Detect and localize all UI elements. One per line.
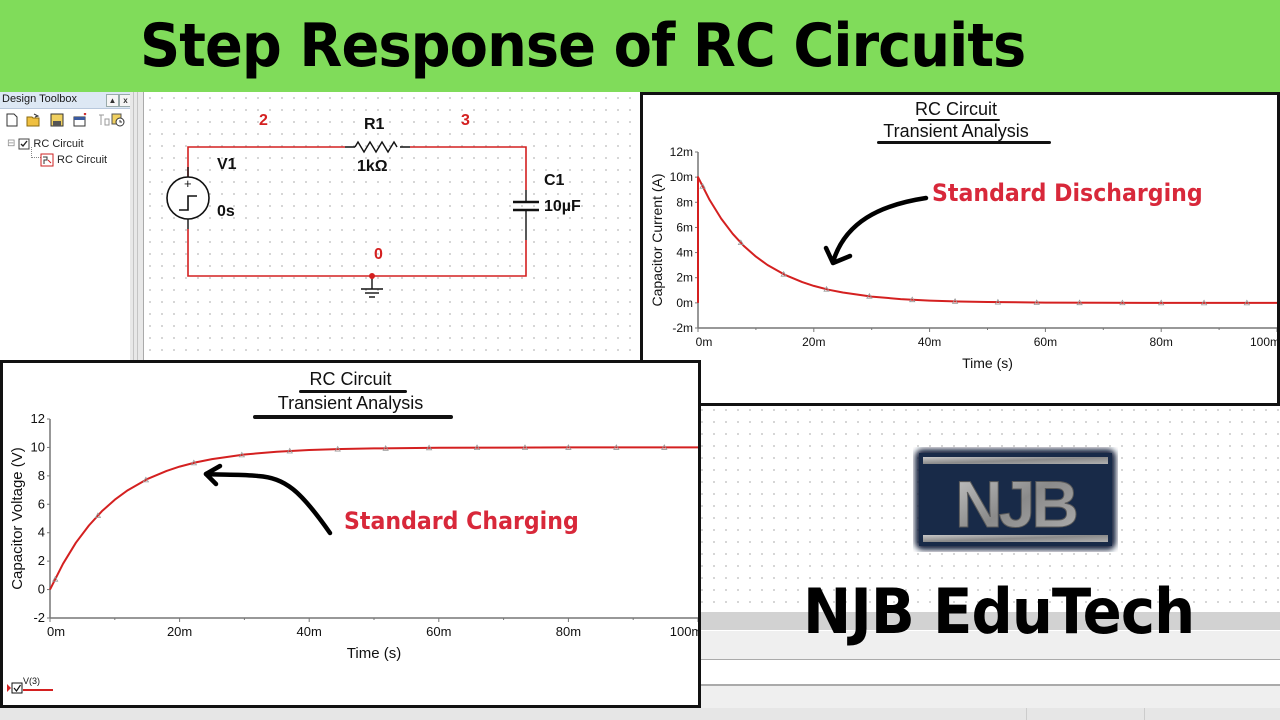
legend-checkbox[interactable]: [11, 682, 23, 694]
y-axis-label: Capacitor Current (A): [649, 173, 665, 306]
x-tick-label: 20m: [802, 335, 825, 349]
c1-value-label[interactable]: 10µF: [544, 198, 581, 216]
r1-ref-label[interactable]: R1: [364, 116, 384, 134]
spreadsheet-tabs: [700, 686, 1280, 709]
tree-item-label: RC Circuit: [57, 154, 108, 166]
rc-schematic: + 2 3 0 V1 0s R1 1kΩ C1 10µF: [145, 92, 640, 360]
wire-node-3: [410, 146, 527, 190]
schematic-wires: +: [166, 140, 539, 298]
brand-name: NJB EduTech: [803, 575, 1195, 648]
njb-logo: NJB: [915, 449, 1116, 550]
x-axis-label: Time (s): [962, 355, 1013, 371]
new-subcircuit-icon[interactable]: [73, 113, 87, 127]
svg-text:+: +: [184, 176, 192, 191]
current-plot-window: RC Circuit Transient Analysis 12m 10m 8m 6m…: [640, 92, 1280, 406]
capacitor-icon: [513, 200, 539, 212]
y-axis-label: Capacitor Voltage (V): [9, 447, 26, 590]
design-checklist-icon: [18, 138, 30, 150]
x-axis-label: Time (s): [347, 645, 401, 662]
discharging-annotation: Standard Discharging: [932, 179, 1203, 207]
ground-icon: [361, 276, 383, 298]
y-tick-label: -2: [33, 610, 45, 625]
current-chart: 12m10m8m6m4m2m0m-2m0m 20m 40m 60m 80m 100mTim…: [649, 145, 1277, 371]
node-label-0: 0: [374, 246, 383, 263]
x-tick-label: 60m: [426, 624, 451, 639]
x-tick-label: 0m: [47, 624, 65, 639]
design-toolbox-panel: Design Toolbox ▲ x ⊟ RC Circuit RC Circu…: [0, 92, 132, 360]
r1-value-label[interactable]: 1kΩ: [357, 158, 388, 176]
resistor-icon: [354, 140, 398, 154]
wire-node-2: [187, 146, 345, 177]
x-tick-label: 60m: [1034, 335, 1057, 349]
y-tick-label: 8: [38, 468, 45, 483]
y-tick-label: 12m: [670, 145, 693, 159]
x-tick-label: 100m: [1250, 335, 1277, 349]
options-icon[interactable]: [111, 113, 125, 127]
toolbox-header: Design Toolbox ▲ x: [0, 92, 132, 109]
junction-dot: [369, 273, 375, 279]
v1-value-label[interactable]: 0s: [217, 203, 235, 221]
legend-marker-icon: [7, 684, 11, 692]
y-tick-label: 4: [38, 525, 45, 540]
y-tick-label: 6m: [676, 220, 693, 234]
save-icon[interactable]: [50, 113, 64, 127]
new-design-icon[interactable]: [5, 113, 19, 127]
c1-ref-label[interactable]: C1: [544, 172, 564, 190]
panel-splitter[interactable]: [130, 92, 144, 360]
x-tick-label: 40m: [918, 335, 941, 349]
collapse-icon[interactable]: ⊟: [7, 138, 15, 149]
tree-item-sheet[interactable]: RC Circuit: [40, 153, 107, 167]
open-icon[interactable]: [26, 113, 40, 127]
y-tick-label: 10: [31, 439, 45, 454]
schematic-sheet-icon: [40, 153, 54, 167]
tree-item-design[interactable]: ⊟ RC Circuit: [7, 137, 84, 150]
y-tick-label: 6: [38, 496, 45, 511]
y-tick-label: 2: [38, 553, 45, 568]
x-tick-label: 0m: [696, 335, 713, 349]
x-tick-label: 40m: [297, 624, 322, 639]
y-tick-label: 0: [38, 582, 45, 597]
spreadsheet-area: [700, 660, 1280, 686]
logo-text: NJB: [955, 467, 1076, 541]
banner-title: Step Response of RC Circuits: [140, 11, 1026, 81]
y-tick-label: 12: [31, 411, 45, 426]
toolbox-toolbar: [0, 109, 130, 131]
x-tick-label: 80m: [556, 624, 581, 639]
y-tick-label: 10m: [670, 170, 693, 184]
y-tick-label: -2m: [672, 321, 693, 335]
legend-label: V(3): [23, 676, 40, 686]
step-voltage-source-icon: +: [166, 176, 210, 220]
node-label-3: 3: [461, 112, 470, 129]
hierarchy-icon[interactable]: [97, 113, 111, 127]
x-tick-label: 20m: [167, 624, 192, 639]
x-tick-label: 80m: [1150, 335, 1173, 349]
y-tick-label: 8m: [676, 195, 693, 209]
title-banner: Step Response of RC Circuits: [0, 0, 1280, 92]
x-tick-label: 100m: [670, 624, 698, 639]
toolbox-title: Design Toolbox: [2, 93, 78, 105]
wire-node-0: [187, 229, 527, 277]
node-label-2: 2: [259, 112, 268, 129]
charging-annotation: Standard Charging: [344, 507, 579, 535]
v1-ref-label[interactable]: V1: [217, 156, 237, 174]
status-strip: [700, 708, 1280, 720]
y-tick-label: 0m: [676, 296, 693, 310]
toolbox-float-button[interactable]: ▲: [106, 94, 119, 107]
y-tick-label: 2m: [676, 271, 693, 285]
y-tick-label: 4m: [676, 246, 693, 260]
